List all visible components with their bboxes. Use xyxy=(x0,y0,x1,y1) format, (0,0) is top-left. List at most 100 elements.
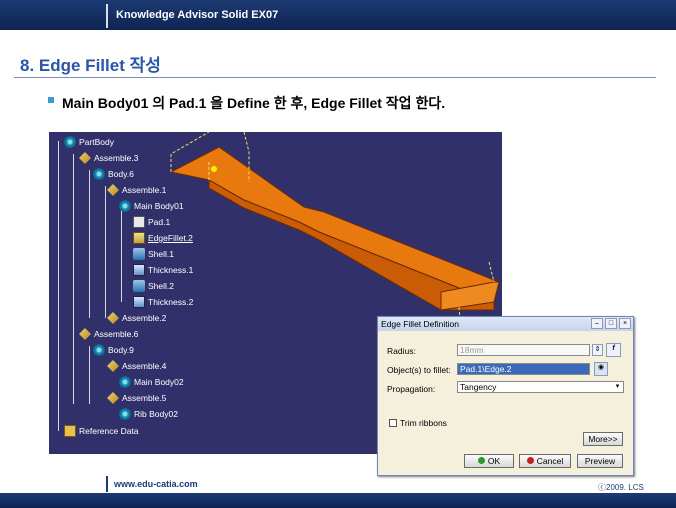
tree-item-body6[interactable]: Body.6 xyxy=(93,167,134,181)
tree-item-rib-body02[interactable]: Rib Body02 xyxy=(119,407,178,421)
cancel-button[interactable]: Cancel xyxy=(519,454,571,468)
edge-selection-icon[interactable]: ◉ xyxy=(594,362,608,376)
footer-url: www.edu-catia.com xyxy=(114,479,198,489)
tree-item-reference-data[interactable]: Reference Data xyxy=(64,424,139,438)
tree-item-label: Rib Body02 xyxy=(134,409,178,419)
header-title: Knowledge Advisor Solid EX07 xyxy=(116,9,279,21)
gear-icon xyxy=(93,344,105,356)
tree-item-label: PartBody xyxy=(79,137,114,147)
tree-item-edgefillet2[interactable]: EdgeFillet.2 xyxy=(133,231,193,245)
footer-bar xyxy=(0,493,676,508)
tree-connector xyxy=(121,202,122,302)
tree-item-shell1[interactable]: Shell.1 xyxy=(133,247,174,261)
tree-item-label: Shell.2 xyxy=(148,281,174,291)
gear-icon xyxy=(119,376,131,388)
tree-item-label: Assemble.4 xyxy=(122,361,167,371)
propagation-label: Propagation: xyxy=(387,384,436,394)
gear-icon xyxy=(93,168,105,180)
tree-item-assemble3[interactable]: Assemble.3 xyxy=(79,151,138,165)
tree-item-main-body02[interactable]: Main Body02 xyxy=(119,375,184,389)
assemble-icon xyxy=(107,360,119,372)
radius-field[interactable]: 18mm xyxy=(457,344,590,356)
pad-icon xyxy=(133,216,145,228)
thickness-icon xyxy=(133,264,145,276)
formula-icon[interactable]: f xyxy=(606,343,621,357)
thickness-icon xyxy=(133,296,145,308)
tree-item-label: Assemble.6 xyxy=(94,329,139,339)
slide-heading: 8. Edge Fillet 작성 xyxy=(20,56,161,75)
tree-item-label: Assemble.1 xyxy=(122,185,167,195)
tree-item-label: Main Body01 xyxy=(134,201,184,211)
tree-item-assemble1[interactable]: Assemble.1 xyxy=(107,183,166,197)
tree-item-label: EdgeFillet.2 xyxy=(148,233,193,243)
tree-item-label: Shell.1 xyxy=(148,249,174,259)
tree-item-assemble2[interactable]: Assemble.2 xyxy=(107,311,166,325)
trim-ribbons-label: Trim ribbons xyxy=(400,418,447,428)
assemble-icon xyxy=(79,328,91,340)
radius-spinner-button[interactable]: ⇕ xyxy=(592,344,603,356)
radius-label: Radius: xyxy=(387,346,416,356)
tree-item-body9[interactable]: Body.9 xyxy=(93,343,134,357)
gear-icon xyxy=(119,408,131,420)
objects-field[interactable]: Pad.1\Edge.2 xyxy=(457,363,590,375)
edge-fillet-icon xyxy=(133,232,145,244)
heading-divider xyxy=(14,77,656,78)
tree-item-label: Body.9 xyxy=(108,345,134,355)
slide-subtitle: Main Body01 의 Pad.1 을 Define 한 후, Edge F… xyxy=(62,95,446,111)
tree-item-assemble6[interactable]: Assemble.6 xyxy=(79,327,138,341)
tree-connector xyxy=(73,154,74,334)
tree-connector xyxy=(58,141,59,431)
assemble-icon xyxy=(79,152,91,164)
tree-item-shell2[interactable]: Shell.2 xyxy=(133,279,174,293)
more-button[interactable]: More>> xyxy=(583,432,623,446)
tree-connector xyxy=(89,346,90,404)
header-separator xyxy=(106,4,108,28)
tree-item-main-body01[interactable]: Main Body01 xyxy=(119,199,184,213)
slide: Knowledge Advisor Solid EX07 8. Edge Fil… xyxy=(0,0,676,508)
tree-item-assemble4[interactable]: Assemble.4 xyxy=(107,359,166,373)
tree-item-label: Body.6 xyxy=(108,169,134,179)
ok-label: OK xyxy=(487,456,501,466)
tree-item-label: Pad.1 xyxy=(148,217,171,227)
close-button[interactable]: × xyxy=(619,318,631,329)
tree-item-assemble5[interactable]: Assemble.5 xyxy=(107,391,166,405)
edge-fillet-dialog: Edge Fillet Definition – □ × Radius: 18m… xyxy=(377,316,634,476)
tree-item-label: Assemble.2 xyxy=(122,313,167,323)
gear-icon xyxy=(119,200,131,212)
tree-item-label: Main Body02 xyxy=(134,377,184,387)
preview-button[interactable]: Preview xyxy=(577,454,623,468)
propagation-select[interactable]: Tangency xyxy=(457,381,624,393)
maximize-button[interactable]: □ xyxy=(605,318,617,329)
assemble-icon xyxy=(107,392,119,404)
gear-icon xyxy=(64,136,76,148)
dialog-titlebar[interactable]: Edge Fillet Definition – □ × xyxy=(378,317,633,331)
tree-item-pad1[interactable]: Pad.1 xyxy=(133,215,170,229)
tree-connector xyxy=(105,186,106,318)
bullet-icon xyxy=(48,97,54,103)
ok-icon xyxy=(477,457,485,464)
tree-item-label: Reference Data xyxy=(79,426,139,436)
shell-icon xyxy=(133,280,145,292)
trim-ribbons-checkbox[interactable] xyxy=(389,419,397,427)
tree-item-thickness1[interactable]: Thickness.1 xyxy=(133,263,193,277)
chevron-down-icon[interactable]: ▾ xyxy=(612,382,623,392)
tree-item-thickness2[interactable]: Thickness.2 xyxy=(133,295,193,309)
tree-item-label: Thickness.1 xyxy=(148,265,194,275)
footer-copyright: ⓒ2009. LCS xyxy=(598,483,644,492)
cancel-icon xyxy=(526,457,534,464)
tree-item-label: Assemble.5 xyxy=(122,393,167,403)
footer-separator xyxy=(106,476,108,492)
tree-item-partbody[interactable]: PartBody xyxy=(64,135,114,149)
tree-item-label: Assemble.3 xyxy=(94,153,139,163)
specification-tree: PartBody Assemble.3 Body.6 Assemble.1 Ma… xyxy=(49,132,299,454)
tree-item-label: Thickness.2 xyxy=(148,297,194,307)
tree-connector xyxy=(89,170,90,318)
header-bar: Knowledge Advisor Solid EX07 xyxy=(0,0,676,30)
minimize-button[interactable]: – xyxy=(591,318,603,329)
objects-label: Object(s) to fillet: xyxy=(387,365,451,375)
assemble-icon xyxy=(107,184,119,196)
reference-icon xyxy=(64,425,76,437)
tree-connector xyxy=(73,330,74,404)
ok-button[interactable]: OK xyxy=(464,454,514,468)
dialog-title: Edge Fillet Definition xyxy=(381,319,459,329)
